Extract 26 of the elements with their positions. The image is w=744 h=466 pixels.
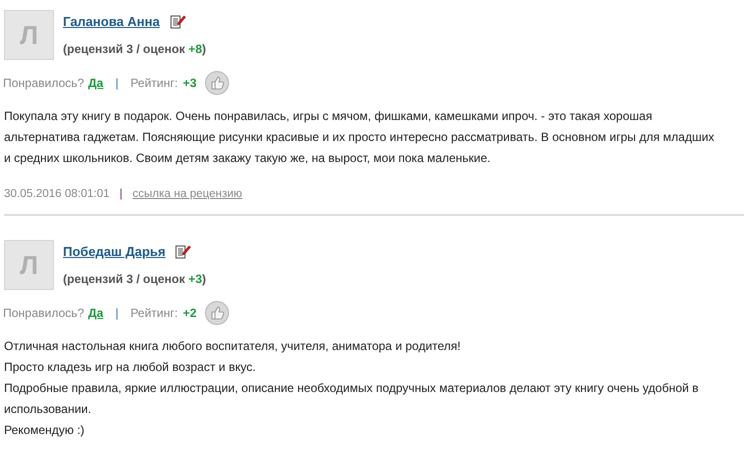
review-text: Покупала эту книгу в подарок. Очень понравилась, игры с мячом, фишками, камешками ипроч. - это такая хорошая альтернатива гаджетам. Поясняющие рисунки красивые и их просто интересно рассматривать. В основном игры для младших и средних школьников. Своим детям закажу такую же, на вырост, мои пока маленькие. <box>4 108 716 167</box>
review-text: Подробные правила, яркие иллюстрации, описание необходимых подручных материалов делают эту книгу очень удобной в использовании. <box>4 380 700 418</box>
yes-link[interactable]: Да <box>88 76 104 90</box>
separator: | <box>120 188 123 200</box>
review-text: Просто кладезь игр на любой возраст и вкус. <box>4 359 257 376</box>
edit-note-icon[interactable] <box>175 243 192 259</box>
review-date: 30.05.2016 08:01:01 <box>4 188 110 200</box>
review-text: Рекомендую :) <box>4 422 86 439</box>
liked-question: Понравилось? <box>3 76 84 90</box>
separator: | <box>115 76 118 90</box>
edit-note-icon[interactable] <box>170 13 186 29</box>
review-permalink[interactable]: ссылка на рецензию <box>132 188 242 200</box>
author-link[interactable]: Галанова Анна <box>63 14 160 28</box>
author-stats: (рецензий 3 / оценок +8) <box>63 42 206 56</box>
rating-value: +2 <box>182 306 197 320</box>
thumbs-up-icon[interactable] <box>204 71 229 95</box>
review-text: Отличная настольная книга любого воспитателя, учителя, аниматора и родителя! <box>4 338 462 355</box>
separator: | <box>115 306 118 320</box>
author-stats: (рецензий 3 / оценок +3) <box>63 272 206 286</box>
rating-value: +3 <box>182 76 197 90</box>
thumbs-up-icon[interactable] <box>204 301 229 325</box>
rating-label: Рейтинг: <box>130 306 178 320</box>
yes-link[interactable]: Да <box>88 306 104 320</box>
liked-question: Понравилось? <box>3 306 84 320</box>
author-link[interactable]: Победаш Дарья <box>63 244 166 258</box>
rating-label: Рейтинг: <box>130 76 178 90</box>
